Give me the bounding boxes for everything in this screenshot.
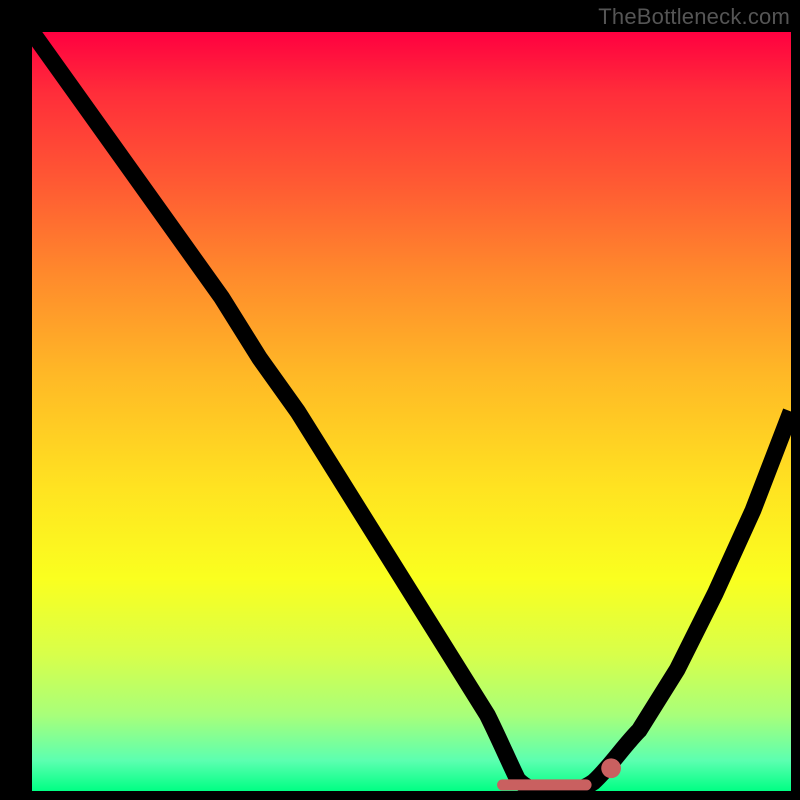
curve-svg bbox=[32, 32, 791, 791]
bottleneck-curve bbox=[32, 32, 791, 791]
flat-segment-end-dot bbox=[601, 758, 621, 778]
attribution-text: TheBottleneck.com bbox=[598, 4, 790, 30]
plot-area bbox=[32, 32, 791, 791]
chart-frame: TheBottleneck.com bbox=[0, 0, 800, 800]
